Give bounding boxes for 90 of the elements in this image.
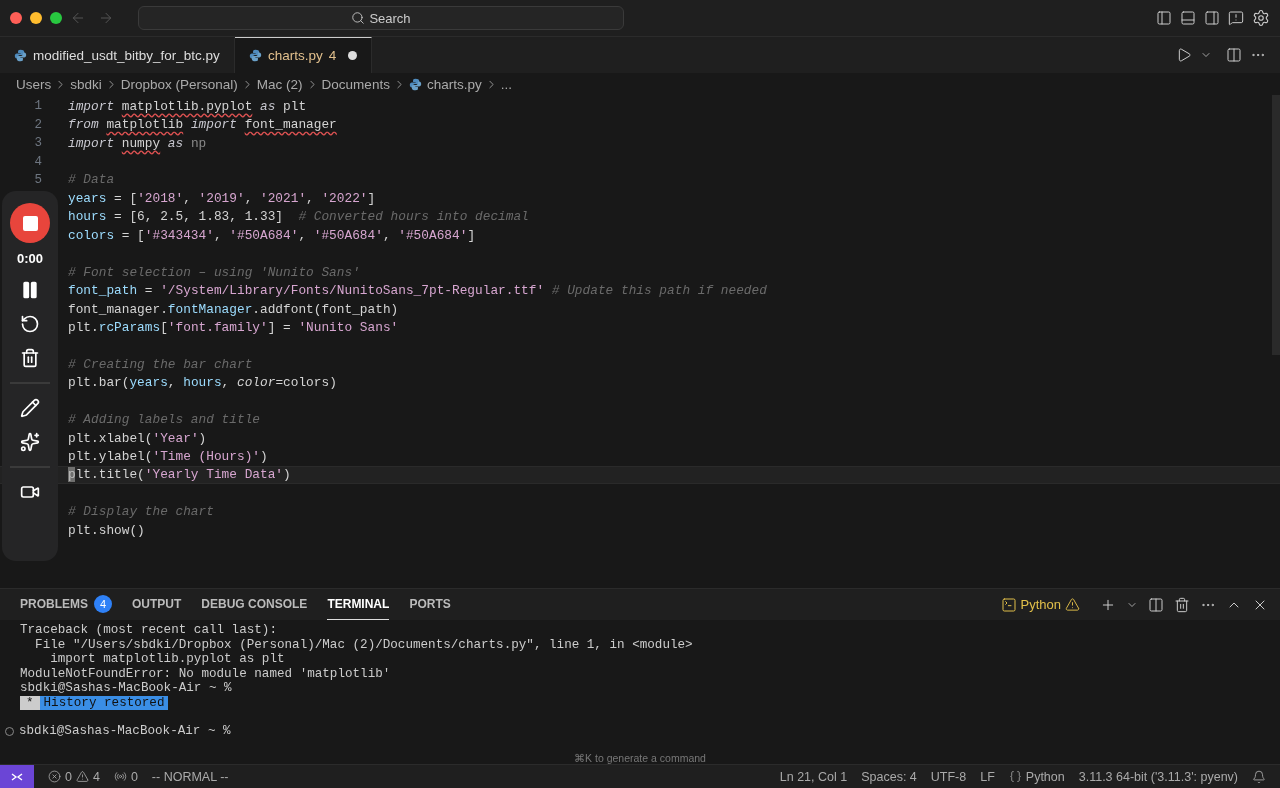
terminal-prompt: sbdki@Sashas-MacBook-Air ~ %	[19, 724, 231, 738]
code-line: plt.xlabel('Year')	[68, 430, 207, 446]
split-editor-icon[interactable]	[1226, 47, 1242, 63]
recording-time: 0:00	[17, 251, 43, 266]
panel-tab[interactable]: DEBUG CONSOLE	[201, 589, 308, 620]
code-line: import matplotlib.pyplot as plt	[68, 98, 307, 114]
breadcrumb-item[interactable]: Mac (2)	[256, 76, 303, 92]
status-item[interactable]: Python	[1008, 769, 1065, 784]
code-line: from matplotlib import font_manager	[68, 117, 337, 133]
terminal-icon	[1000, 596, 1017, 613]
terminal-selector[interactable]: Python	[1000, 596, 1080, 613]
breadcrumb-item[interactable]: Dropbox (Personal)	[120, 76, 238, 92]
terminal-line: import matplotlib.pyplot as plt	[49, 652, 286, 667]
code-line: # Adding labels and title	[68, 412, 260, 428]
error-icon	[48, 770, 61, 783]
code-line: plt.ylabel('Time (Hours)')	[68, 449, 268, 465]
status-item[interactable]: Spaces: 4	[861, 769, 917, 784]
status-item[interactable]: Ln 21, Col 1	[779, 769, 848, 784]
code-line: plt.rcParams['font.family'] = 'Nunito Sans'	[68, 319, 399, 335]
code-line: import numpy as np	[68, 135, 207, 151]
panel-toggle-icon[interactable]	[1180, 10, 1196, 26]
delete-button[interactable]	[20, 348, 40, 368]
terminal-line: File "/Users/sbdki/Dropbox (Personal)/Mac (2)/Documents/charts.py", line 1, in <module>	[34, 637, 694, 652]
breadcrumb-item[interactable]: sbdki	[70, 76, 102, 92]
unsaved-dot	[348, 51, 358, 60]
pause-button[interactable]	[20, 280, 40, 300]
code-line: hours = [6, 2.5, 1.83, 1.33] # Converted hours into decimal	[68, 209, 529, 225]
remote-button[interactable]	[0, 765, 34, 788]
panel-tab[interactable]: TERMINAL	[327, 589, 390, 620]
code-line: # Data	[68, 172, 115, 188]
panel-tab[interactable]: PROBLEMS 4	[20, 589, 112, 620]
history-restored-label: History restored	[39, 695, 169, 710]
trash-icon[interactable]	[1174, 596, 1190, 613]
line-number: 4	[34, 154, 42, 169]
line-number: 1	[34, 99, 42, 114]
stop-recording-button[interactable]	[10, 203, 50, 243]
command-hint: ⌘K to generate a command	[573, 752, 707, 764]
history-mark: *	[20, 695, 40, 710]
panel-tab[interactable]: PORTS	[409, 589, 451, 620]
code-line: font_manager.fontManager.addfont(font_path)	[68, 301, 399, 317]
problems-status[interactable]: 0 4	[48, 769, 100, 784]
code-line: # Creating the bar chart	[68, 356, 253, 372]
python-file-icon	[14, 49, 27, 62]
breadcrumb-item[interactable]: Users	[16, 76, 52, 92]
python-file-icon	[408, 77, 422, 91]
terminal-line: sbdki@Sashas-MacBook-Air ~ %	[20, 681, 233, 696]
notifications-icon[interactable]	[1252, 769, 1266, 784]
status-item[interactable]: LF	[980, 769, 995, 784]
code-line: plt.title('Yearly Time Data')	[68, 467, 291, 483]
code-line: plt.bar(years, hours, color=colors)	[68, 375, 337, 391]
split-terminal-icon[interactable]	[1148, 596, 1164, 613]
settings-icon[interactable]	[1252, 9, 1270, 27]
close-button[interactable]	[10, 12, 22, 24]
warning-icon	[1065, 597, 1080, 612]
sidebar-toggle-icon[interactable]	[1156, 10, 1172, 26]
breadcrumb-item[interactable]: ...	[500, 76, 512, 92]
warning-icon	[75, 770, 89, 783]
line-number: 5	[34, 172, 42, 187]
python-file-icon	[248, 49, 262, 62]
code-line: plt.show()	[68, 522, 145, 538]
breadcrumb-item[interactable]: charts.py	[408, 76, 482, 92]
effects-button[interactable]	[20, 432, 40, 452]
code-line: font_path = '/System/Library/Fonts/NunitoSans_7pt-Regular.ttf' # Update this path if needed	[68, 283, 767, 299]
status-item[interactable]: 3.11.3 64-bit ('3.11.3': pyenv)	[1078, 769, 1238, 784]
ports-status[interactable]: 0	[113, 769, 138, 784]
vim-mode: -- NORMAL --	[151, 769, 229, 784]
secondary-sidebar-icon[interactable]	[1204, 10, 1220, 26]
terminal-line: Traceback (most recent call last):	[20, 623, 278, 638]
terminal-line: ModuleNotFoundError: No module named 'matplotlib'	[20, 666, 392, 681]
code-line: # Display the chart	[68, 504, 214, 520]
code-line: years = ['2018', '2019', '2021', '2022']	[68, 190, 376, 206]
editor-tab[interactable]: charts.py 4	[234, 37, 373, 73]
zoom-button[interactable]	[50, 12, 62, 24]
minimize-button[interactable]	[30, 12, 42, 24]
search-field[interactable]: Search	[138, 6, 624, 30]
line-number: 3	[34, 136, 42, 151]
panel-tab[interactable]: OUTPUT	[132, 589, 182, 620]
braces-icon	[1008, 770, 1022, 783]
problem-count: 4	[94, 595, 112, 613]
code-line: # Font selection – using 'Nunito Sans'	[68, 264, 360, 280]
feedback-icon[interactable]	[1228, 10, 1244, 26]
line-number: 2	[34, 117, 42, 132]
code-line: colors = ['#343434', '#50A684', '#50A684', '#50A684']	[68, 227, 476, 243]
breadcrumb-item[interactable]: Documents	[321, 76, 390, 92]
restart-button[interactable]	[20, 314, 40, 334]
draw-button[interactable]	[20, 398, 40, 418]
run-icon[interactable]	[1176, 47, 1192, 63]
status-item[interactable]: UTF-8	[930, 769, 967, 784]
broadcast-icon	[113, 770, 127, 783]
search-icon	[351, 11, 366, 25]
